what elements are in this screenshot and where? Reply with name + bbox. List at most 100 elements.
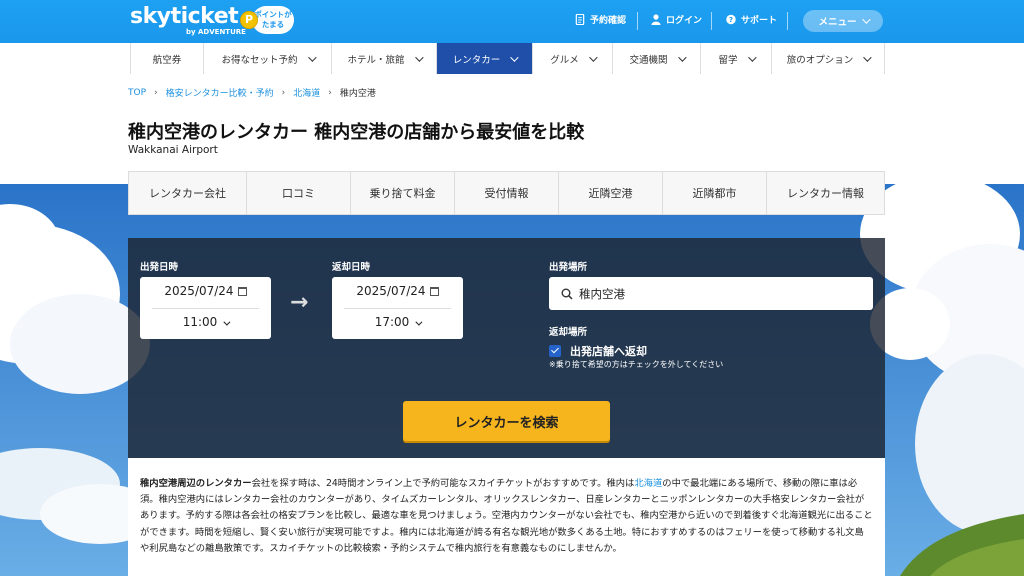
header-divider [787,12,788,30]
description-lead: 稚内空港周辺のレンタカー [140,478,252,489]
chevron-down-icon [861,15,871,24]
same-store-label[interactable]: 出発店舗へ返却 [570,343,647,359]
search-icon [561,288,573,300]
top-header: skyticket by ADVENTURE ポイントが たまる P 予約確認 … [0,0,1024,43]
tab-rental-companies[interactable]: レンタカー会社 [129,172,247,214]
tab-label: 受付情報 [484,187,529,200]
same-store-note: ※乗り捨て希望の方はチェックを外してください [549,360,724,369]
depart-datetime-label: 出発日時 [140,262,179,273]
reservation-check-link[interactable]: 予約確認 [575,13,626,26]
arrow-right-icon: → [290,290,309,315]
header-divider [711,12,712,30]
chevron-down-icon [223,318,231,326]
tab-rental-car-info[interactable]: レンタカー情報 [767,172,884,214]
login-label: ログイン [666,16,703,26]
depart-time-value: 11:00 [182,315,218,329]
calendar-icon [429,287,439,296]
breadcrumb-hokkaido-link[interactable]: 北海道 [293,86,320,99]
chevron-down-icon [510,52,519,62]
description-text: 稚内空港周辺のレンタカー会社を探す時は、24時間オンライン上で予約可能なスカイチ… [128,458,885,576]
nav-label: 旅のオプション [786,54,854,66]
chevron-down-icon [415,318,423,326]
nav-item-travel-options[interactable]: 旅のオプション [772,43,885,74]
tab-label: 乗り捨て料金 [369,187,436,200]
nav-item-rental-car[interactable]: レンタカー [437,43,533,74]
depart-place-label: 出発場所 [549,262,588,273]
breadcrumb-separator-icon: › [154,87,158,98]
logo-text: skyticket [130,4,239,29]
divider [344,308,451,309]
return-place-label: 返却場所 [549,327,588,338]
depart-place-input[interactable]: 稚内空港 [549,277,873,310]
breadcrumb-rental-link[interactable]: 格安レンタカー比較・予約 [166,86,274,99]
depart-datetime-picker: 2025/07/24 11:00 [140,277,271,339]
question-icon: ? [726,14,736,25]
nav-label: ホテル・旅館 [347,54,405,66]
same-store-checkbox[interactable] [549,345,561,357]
chevron-down-icon [863,52,872,62]
nav-item-hotels[interactable]: ホテル・旅館 [332,43,437,74]
chevron-down-icon [414,52,424,62]
nav-item-set-packages[interactable]: お得なセット予約 [204,43,332,74]
nav-item-gourmet[interactable]: グルメ [533,43,613,74]
search-button[interactable]: レンタカーを検索 [403,401,610,441]
breadcrumb: TOP › 格安レンタカー比較・予約 › 北海道 › 稚内空港 [128,86,376,100]
nav-item-transport[interactable]: 交通機関 [613,43,701,74]
nav-label: お得なセット予約 [221,54,298,66]
support-link[interactable]: ? サポート [726,13,777,26]
search-button-label: レンタカーを検索 [454,415,559,431]
page-subtitle: Wakkanai Airport [128,144,218,156]
tab-label: 近隣都市 [692,187,737,200]
return-time-select[interactable]: 17:00 [332,315,463,329]
breadcrumb-top-link[interactable]: TOP [128,88,146,98]
return-time-value: 17:00 [374,315,410,329]
tab-reviews[interactable]: 口コミ [247,172,351,214]
chevron-down-icon [677,52,687,62]
breadcrumb-separator-icon: › [281,87,286,98]
info-tabs: レンタカー会社 口コミ 乗り捨て料金 受付情報 近隣空港 近隣都市 レンタカー情… [128,171,885,215]
return-date-value: 2025/07/24 [356,284,426,298]
calendar-icon [237,287,247,296]
page-title: 稚内空港のレンタカー 稚内空港の店舗から最安値を比較 [128,122,585,143]
breadcrumb-current: 稚内空港 [339,89,376,99]
tab-reception-info[interactable]: 受付情報 [455,172,559,214]
menu-button[interactable]: メニュー [803,10,883,32]
menu-label: メニュー [818,17,857,28]
skyticket-logo[interactable]: skyticket by ADVENTURE [130,4,246,37]
chevron-down-icon [588,52,598,62]
chevron-down-icon [307,52,317,62]
depart-place-value: 稚内空港 [579,286,625,301]
depart-date-field[interactable]: 2025/07/24 [140,284,271,298]
svg-text:?: ? [729,15,733,24]
tab-nearby-cities[interactable]: 近隣都市 [663,172,767,214]
nav-label: レンタカー [452,54,501,66]
tab-label: レンタカー会社 [149,187,226,200]
tab-label: 口コミ [282,187,315,200]
hokkaido-link[interactable]: 北海道 [634,478,662,489]
return-date-field[interactable]: 2025/07/24 [332,284,463,298]
depart-time-select[interactable]: 11:00 [140,315,271,329]
coin-icon: P [240,11,258,29]
divider [152,308,259,309]
tab-nearby-airports[interactable]: 近隣空港 [559,172,663,214]
description-part-2: の中で最北端にある場所で、移動の際に車は必須。稚内空港内にはレンタカー会社のカウ… [140,478,873,554]
tab-label: レンタカー情報 [787,187,864,200]
return-datetime-label: 返却日時 [332,262,371,273]
support-label: サポート [741,16,778,26]
nav-item-study-abroad[interactable]: 留学 [701,43,772,74]
points-badge-text: ポイントが たまる [252,6,294,34]
reservation-check-label: 予約確認 [590,16,627,26]
return-datetime-picker: 2025/07/24 17:00 [332,277,463,339]
main-nav: 航空券 お得なセット予約 ホテル・旅館 レンタカー グルメ 交通機関 留学 旅の… [130,43,885,74]
header-divider [637,12,638,30]
login-link[interactable]: ログイン [651,13,702,26]
nav-label: 航空券 [152,54,182,66]
user-icon [651,14,661,25]
nav-item-flights[interactable]: 航空券 [131,43,204,74]
logo-subtext: by ADVENTURE [186,28,246,36]
depart-date-value: 2025/07/24 [164,284,234,298]
tab-label: 近隣空港 [588,187,633,200]
tab-one-way-fees[interactable]: 乗り捨て料金 [351,172,455,214]
points-badge[interactable]: ポイントが たまる P [240,5,296,35]
nav-label: グルメ [550,54,579,66]
